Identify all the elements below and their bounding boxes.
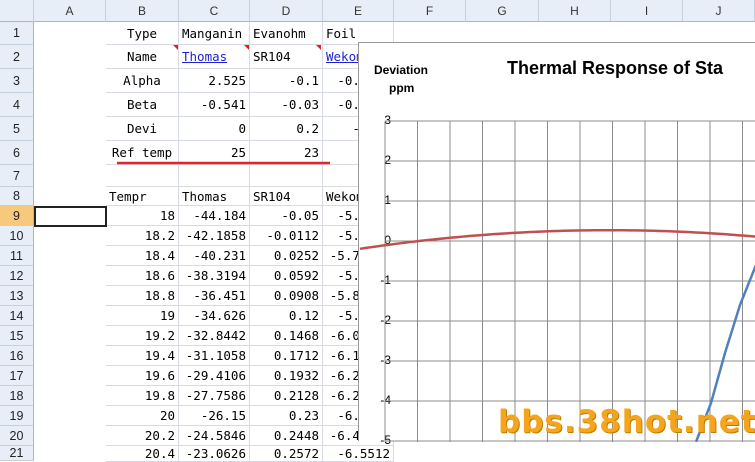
spreadsheet: ABCDEFGHIJ 1 2 3 4 5 6 7 8 9 10 11 12 13 14 15 16 17 18 19… [0,0,755,462]
cell-C21[interactable]: -23.0626 [179,446,250,462]
series-line-sr104 [359,228,755,251]
watermark: bbs.38hot.net [498,404,755,440]
plot-area [359,120,755,442]
row-header-21[interactable]: 21 [0,446,34,461]
chart-area[interactable]: Deviation ppm Thermal Response of Sta 32… [358,42,755,447]
cell-D21[interactable]: 0.2572 [250,446,323,462]
cell-B21[interactable]: 20.4 [106,446,179,462]
cell-E21[interactable]: -6.5512 [323,446,394,462]
